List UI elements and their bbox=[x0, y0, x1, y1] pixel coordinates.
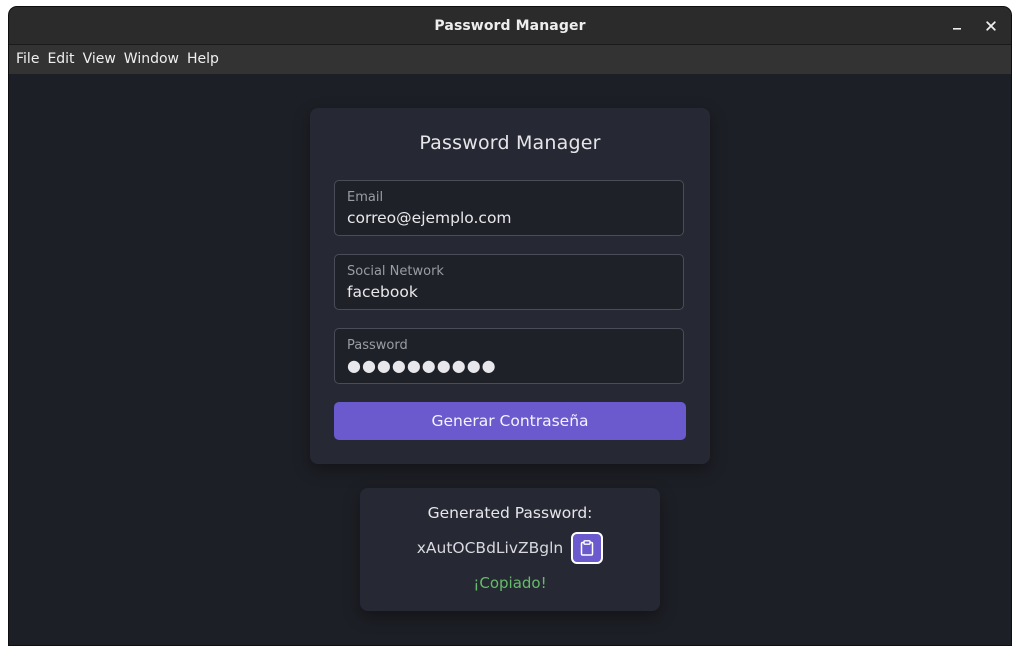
password-input[interactable]: ●●●●●●●●●● bbox=[347, 356, 667, 375]
password-field[interactable]: Password ●●●●●●●●●● bbox=[334, 328, 684, 384]
copied-status: ¡Copiado! bbox=[473, 574, 547, 592]
clipboard-icon bbox=[581, 540, 594, 556]
password-label: Password bbox=[347, 338, 408, 353]
generated-password-row: xAutOCBdLivZBgln bbox=[360, 531, 660, 565]
main-content: Password Manager Email Social Network Pa… bbox=[9, 74, 1011, 645]
close-icon bbox=[986, 21, 996, 31]
password-form-card: Password Manager Email Social Network Pa… bbox=[310, 108, 710, 464]
email-field[interactable]: Email bbox=[334, 180, 684, 236]
window-title: Password Manager bbox=[434, 18, 586, 34]
menu-help[interactable]: Help bbox=[187, 45, 226, 74]
menu-file[interactable]: File bbox=[16, 45, 46, 74]
social-network-field[interactable]: Social Network bbox=[334, 254, 684, 310]
menu-bar: File Edit View Window Help bbox=[9, 45, 1011, 74]
menu-window[interactable]: Window bbox=[124, 45, 186, 74]
email-input[interactable] bbox=[347, 209, 667, 227]
minimize-icon bbox=[953, 28, 961, 30]
form-title: Password Manager bbox=[419, 132, 601, 154]
menu-edit[interactable]: Edit bbox=[47, 45, 81, 74]
generated-password-card: Generated Password: xAutOCBdLivZBgln ¡Co… bbox=[360, 488, 660, 611]
menu-view[interactable]: View bbox=[83, 45, 123, 74]
copy-button[interactable] bbox=[571, 532, 604, 564]
minimize-button[interactable] bbox=[947, 16, 967, 36]
app-window: Password Manager File Edit View Window H… bbox=[9, 7, 1011, 645]
title-bar[interactable]: Password Manager bbox=[9, 7, 1011, 45]
email-label: Email bbox=[347, 190, 384, 205]
social-network-label: Social Network bbox=[347, 264, 444, 279]
generated-password-value: xAutOCBdLivZBgln bbox=[416, 539, 564, 557]
social-network-input[interactable] bbox=[347, 283, 667, 301]
close-button[interactable] bbox=[981, 16, 1001, 36]
generated-password-title: Generated Password: bbox=[427, 504, 593, 522]
generate-password-button[interactable]: Generar Contraseña bbox=[334, 402, 686, 440]
